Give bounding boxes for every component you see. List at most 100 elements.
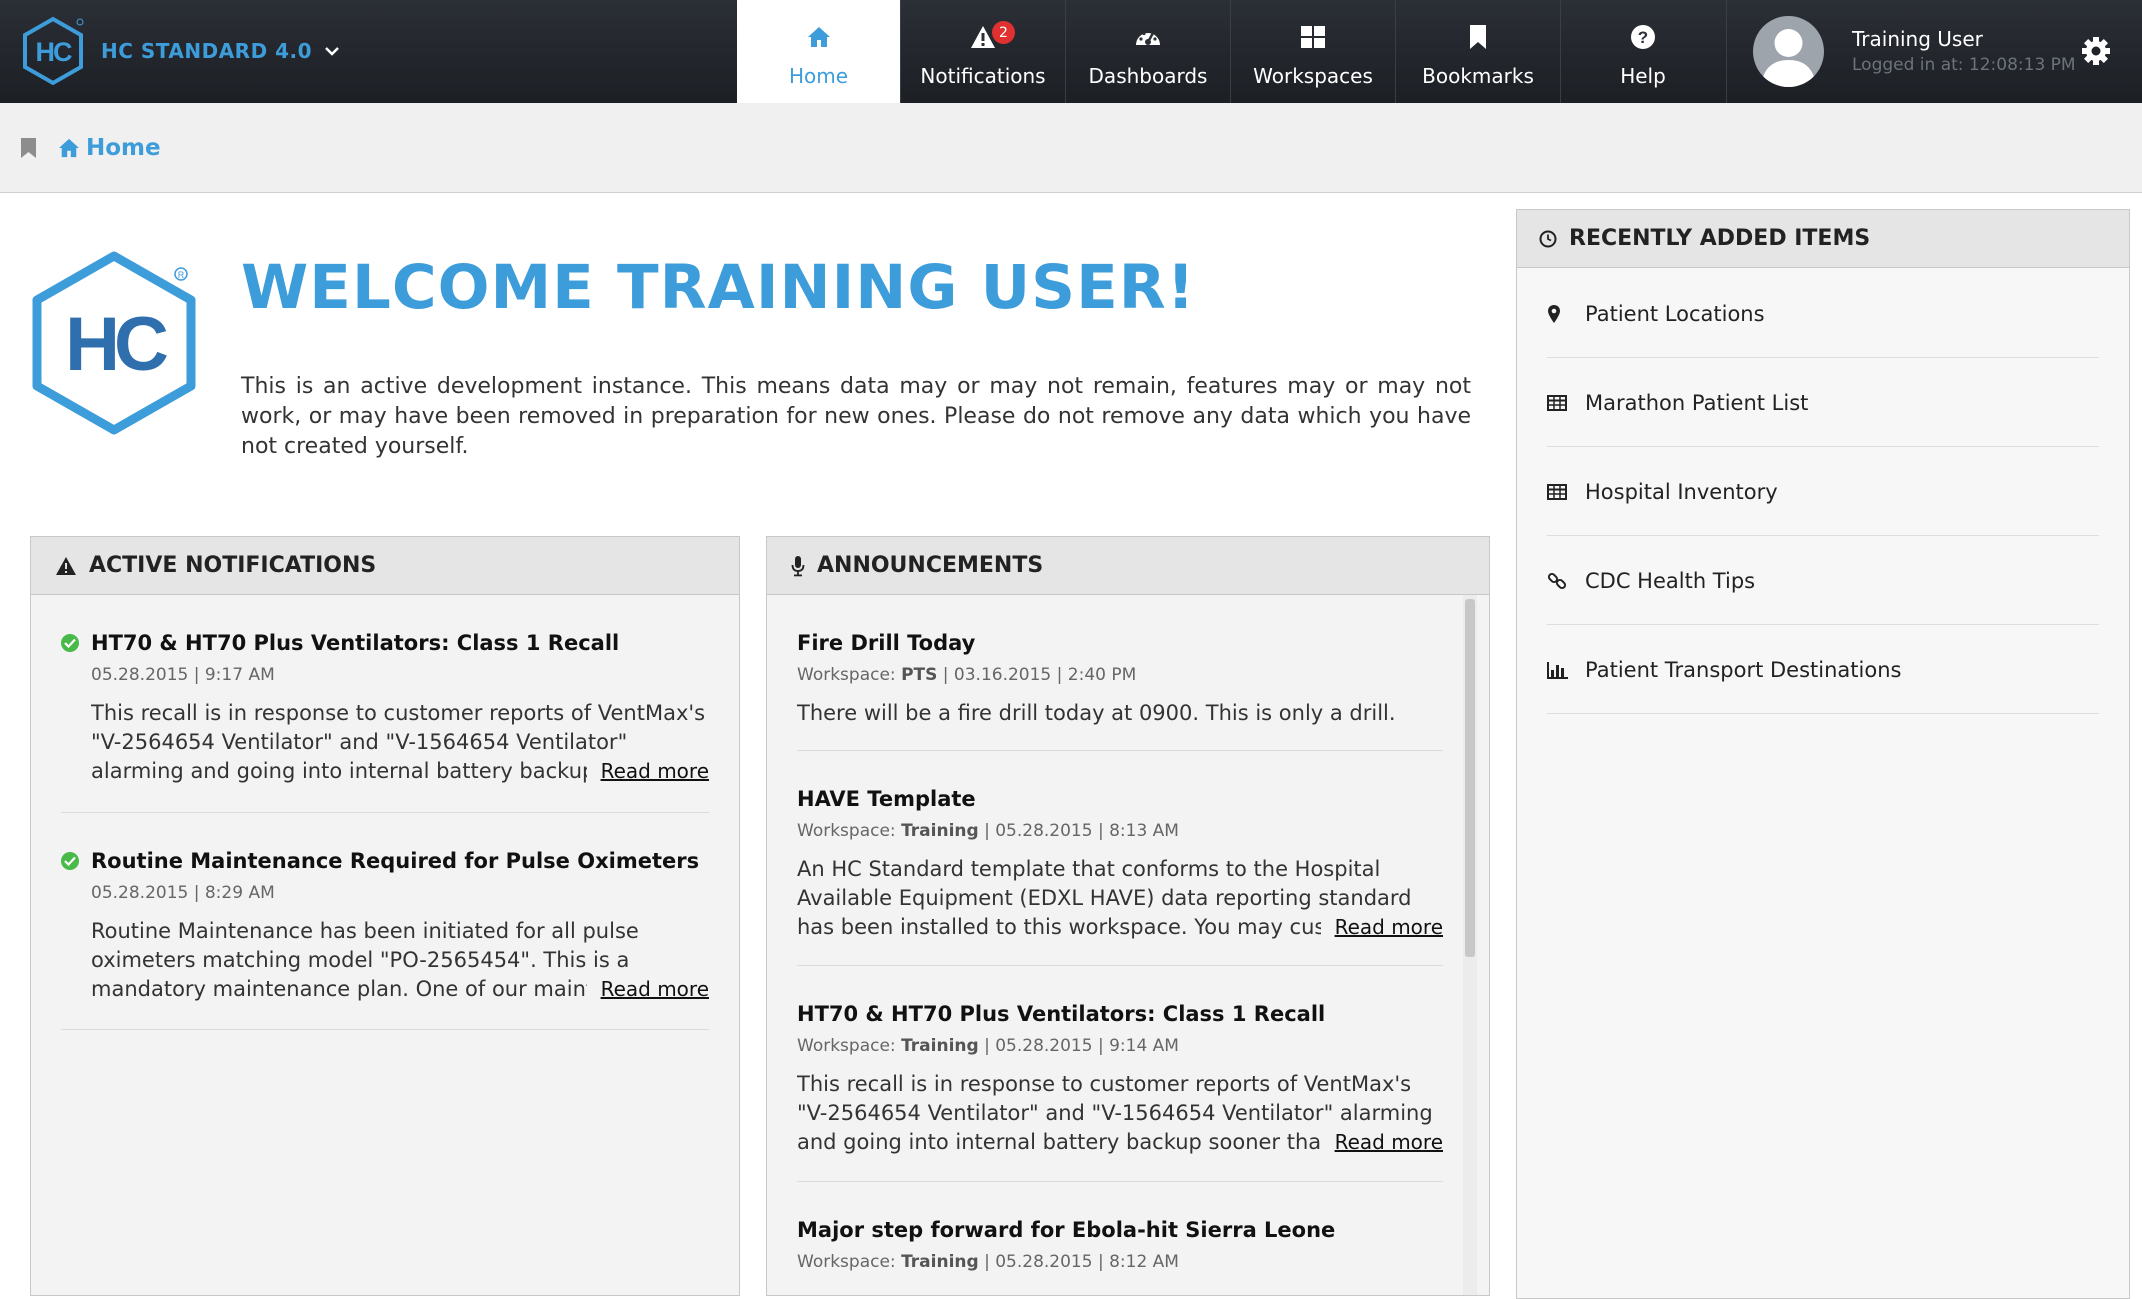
announcement-item: Major step forward for Ebola-hit Sierra …: [797, 1218, 1443, 1272]
user-menu[interactable]: Training User Logged in at: 12:08:13 PM: [1726, 0, 2142, 103]
welcome-message: This is an active development instance. …: [241, 374, 1471, 459]
recent-item-hospital-inventory[interactable]: Hospital Inventory: [1547, 448, 2099, 536]
chevron-down-icon: [325, 47, 339, 56]
breadcrumb-home-label: Home: [86, 135, 161, 161]
svg-text:R: R: [178, 270, 185, 280]
notification-title[interactable]: Routine Maintenance Required for Pulse O…: [91, 849, 699, 873]
check-circle-icon: [61, 634, 79, 652]
divider: [797, 1181, 1443, 1182]
breadcrumb-home-link[interactable]: Home: [58, 135, 161, 161]
user-silhouette-icon: [1761, 29, 1816, 87]
nav-home[interactable]: Home: [737, 0, 900, 103]
recent-item-label: CDC Health Tips: [1585, 568, 1756, 593]
nav-workspaces-label: Workspaces: [1253, 64, 1373, 88]
announcement-title[interactable]: Major step forward for Ebola-hit Sierra …: [797, 1218, 1443, 1242]
recent-item-label: Marathon Patient List: [1585, 390, 1809, 415]
table-icon: [1547, 394, 1567, 411]
hc-logo-large-icon: HC R: [32, 251, 196, 435]
divider: [61, 812, 709, 813]
read-more-link[interactable]: Read more: [1320, 1128, 1443, 1157]
user-name: Training User: [1852, 27, 1983, 51]
nav-workspaces[interactable]: Workspaces: [1230, 0, 1395, 103]
recent-item-label: Patient Locations: [1585, 301, 1765, 326]
app-switcher[interactable]: HC HC STANDARD 4.0: [20, 16, 340, 86]
announcement-item: Fire Drill Today Workspace: PTS | 03.16.…: [797, 631, 1443, 728]
nav-notifications[interactable]: 2 Notifications: [900, 0, 1065, 103]
warning-icon: [56, 556, 76, 575]
check-circle-icon: [61, 852, 79, 870]
top-bar: HC HC STANDARD 4.0 Home 2 Notifications …: [0, 0, 2142, 103]
nav-help[interactable]: ? Help: [1560, 0, 1725, 103]
notification-title[interactable]: HT70 & HT70 Plus Ventilators: Class 1 Re…: [91, 631, 619, 655]
bar-chart-icon: [1547, 661, 1568, 679]
announcements-title: ANNOUNCEMENTS: [817, 553, 1044, 578]
nav-help-label: Help: [1620, 64, 1666, 88]
grid-icon: [1301, 26, 1325, 48]
active-notifications-panel: ACTIVE NOTIFICATIONS HT70 & HT70 Plus Ve…: [30, 536, 740, 1296]
clock-icon: [1539, 230, 1557, 247]
announcement-body: There will be a fire drill today at 0900…: [797, 701, 1396, 725]
nav-bookmarks-label: Bookmarks: [1422, 64, 1534, 88]
announcement-title[interactable]: HAVE Template: [797, 787, 1443, 811]
page-title: WELCOME TRAINING USER!: [241, 252, 1196, 323]
announcement-meta: Workspace: Training | 05.28.2015 | 8:13 …: [797, 821, 1179, 841]
nav-notifications-label: Notifications: [920, 64, 1046, 88]
notification-item: Routine Maintenance Required for Pulse O…: [61, 849, 709, 1004]
breadcrumb: [0, 103, 2142, 193]
main-nav: Home 2 Notifications Dashboards Workspac…: [737, 0, 1725, 103]
login-time: Logged in at: 12:08:13 PM: [1852, 55, 2076, 75]
gear-icon[interactable]: [2081, 36, 2111, 66]
app-title: HC STANDARD 4.0: [101, 39, 313, 63]
table-icon: [1547, 483, 1567, 500]
svg-text:HC: HC: [65, 302, 167, 387]
divider: [797, 965, 1443, 966]
active-notifications-title: ACTIVE NOTIFICATIONS: [89, 553, 377, 578]
scrollbar-thumb[interactable]: [1465, 599, 1475, 957]
home-icon: [59, 138, 79, 158]
bookmark-page-icon[interactable]: [20, 137, 37, 159]
announcement-title[interactable]: HT70 & HT70 Plus Ventilators: Class 1 Re…: [797, 1002, 1443, 1026]
svg-text:?: ?: [1638, 28, 1648, 47]
announcement-item: HAVE Template Workspace: Training | 05.2…: [797, 787, 1443, 942]
announcements-scrollbar[interactable]: [1463, 595, 1477, 1295]
announcements-panel: ANNOUNCEMENTS Fire Drill Today Workspace…: [766, 536, 1490, 1296]
notification-count-badge: 2: [992, 21, 1015, 44]
read-more-link[interactable]: Read more: [1320, 913, 1443, 942]
nav-bookmarks[interactable]: Bookmarks: [1395, 0, 1560, 103]
announcement-item: HT70 & HT70 Plus Ventilators: Class 1 Re…: [797, 1002, 1443, 1157]
announcement-meta: Workspace: Training | 05.28.2015 | 9:14 …: [797, 1036, 1179, 1056]
hc-logo-icon: HC: [23, 16, 84, 86]
link-icon: [1547, 572, 1567, 589]
recent-item-patient-locations[interactable]: Patient Locations: [1547, 270, 2099, 358]
divider: [61, 1029, 709, 1030]
read-more-link[interactable]: Read more: [586, 975, 709, 1004]
divider: [797, 750, 1443, 751]
recently-added-title: RECENTLY ADDED ITEMS: [1569, 226, 1871, 251]
announcement-meta: Workspace: Training | 05.28.2015 | 8:12 …: [797, 1252, 1179, 1272]
recent-item-label: Patient Transport Destinations: [1585, 657, 1902, 682]
svg-text:HC: HC: [36, 37, 72, 67]
announcement-title[interactable]: Fire Drill Today: [797, 631, 1443, 655]
notification-date: 05.28.2015 | 9:17 AM: [91, 665, 275, 685]
recently-added-header: RECENTLY ADDED ITEMS: [1517, 210, 2129, 268]
notification-date: 05.28.2015 | 8:29 AM: [91, 883, 275, 903]
map-pin-icon: [1548, 304, 1560, 323]
recently-added-panel: RECENTLY ADDED ITEMS Patient Locations M…: [1516, 209, 2130, 1299]
bookmark-icon: [1470, 25, 1486, 49]
microphone-icon: [791, 555, 805, 576]
notification-body: Routine Maintenance has been initiated f…: [91, 919, 671, 1001]
recent-item-cdc-health-tips[interactable]: CDC Health Tips: [1547, 537, 2099, 625]
nav-dashboards[interactable]: Dashboards: [1065, 0, 1230, 103]
dashboard-icon: [1136, 31, 1160, 45]
announcement-meta: Workspace: PTS | 03.16.2015 | 2:40 PM: [797, 665, 1137, 685]
nav-dashboards-label: Dashboards: [1088, 64, 1208, 88]
home-icon: [807, 27, 830, 47]
read-more-link[interactable]: Read more: [586, 757, 709, 786]
help-icon: ?: [1631, 25, 1655, 49]
notification-item: HT70 & HT70 Plus Ventilators: Class 1 Re…: [61, 631, 709, 786]
announcements-header: ANNOUNCEMENTS: [767, 537, 1489, 595]
recent-item-marathon-patient-list[interactable]: Marathon Patient List: [1547, 359, 2099, 447]
recent-item-patient-transport-destinations[interactable]: Patient Transport Destinations: [1547, 626, 2099, 714]
active-notifications-header: ACTIVE NOTIFICATIONS: [31, 537, 739, 595]
avatar[interactable]: [1753, 16, 1824, 87]
